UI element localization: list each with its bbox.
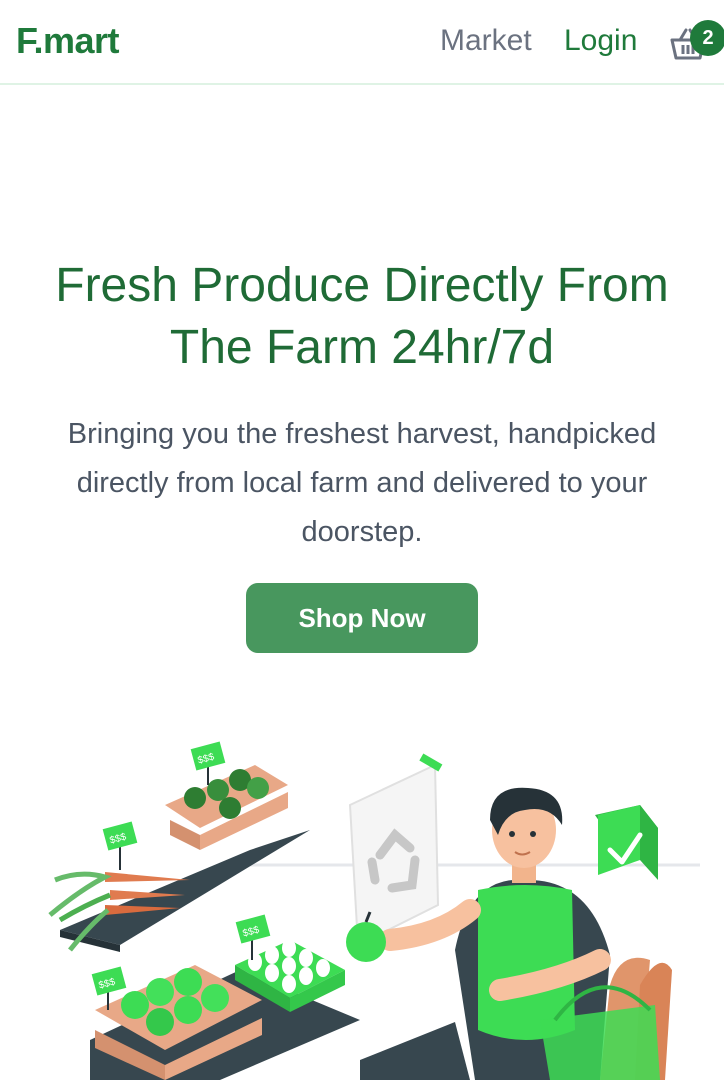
tomato-crate (165, 765, 288, 850)
navbar: F.mart Market Login 2 (0, 0, 724, 85)
cart-count-badge: 2 (690, 20, 724, 56)
price-tag-carrot: $$$ (102, 821, 138, 870)
brand-logo[interactable]: F.mart (16, 20, 120, 62)
carrot-table (60, 830, 310, 952)
cart-button[interactable]: 2 (666, 20, 724, 70)
shop-now-button[interactable]: Shop Now (246, 583, 478, 653)
price-tag-tomato: $$$ (190, 741, 226, 785)
recycle-document-icon (348, 753, 443, 947)
market-illustration: $$$ $$$ $$$ $$$ (48, 741, 700, 1080)
nav-link-login[interactable]: Login (564, 24, 637, 58)
nav-link-market[interactable]: Market (440, 24, 532, 58)
check-badge-icon (595, 805, 658, 880)
hero-subtitle: Bringing you the freshest harvest, handp… (67, 418, 657, 548)
hero-title: Fresh Produce Directly From The Farm 24h… (55, 259, 669, 374)
